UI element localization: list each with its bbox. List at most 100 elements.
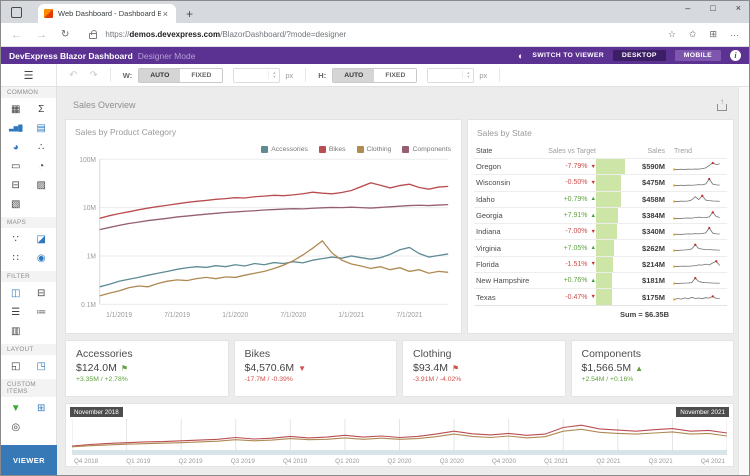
range-axis-tick: Q2 2020: [387, 458, 412, 465]
date-filter-icon[interactable]: ▥: [5, 322, 27, 341]
height-auto-button[interactable]: AUTO: [333, 68, 375, 82]
scatter-chart-item-icon[interactable]: ∴: [30, 138, 52, 157]
table-row[interactable]: Oregon -7.79% ▼ $590M: [473, 158, 727, 175]
legend-item-bikes[interactable]: Bikes: [318, 146, 346, 153]
state-cell: Wisconsin: [475, 178, 511, 188]
refresh-button-icon[interactable]: ↻: [61, 29, 69, 40]
table-row[interactable]: Indiana -7.00% ▼ $340M: [473, 223, 727, 240]
gauge-item-icon[interactable]: ◔: [30, 157, 52, 176]
range-start-label[interactable]: November 2018: [70, 407, 123, 417]
treemap-item-icon[interactable]: ▤: [30, 119, 52, 138]
switch-to-viewer-icon[interactable]: ◐: [518, 51, 523, 61]
window-close-button[interactable]: ×: [736, 3, 741, 13]
table-row[interactable]: New Hampshire +0.76% ▲ $181M: [473, 272, 727, 289]
window-minimize-button[interactable]: –: [685, 3, 690, 13]
column-header-trend[interactable]: Trend: [668, 148, 724, 155]
table-row[interactable]: Florida -1.51% ▼ $214M: [473, 255, 727, 273]
grid-item-icon[interactable]: ▦: [5, 100, 27, 119]
sales-by-state-panel[interactable]: Sales by State State Sales vs Target Sal…: [466, 119, 734, 334]
table-row[interactable]: Wisconsin -0.50% ▼ $475M: [473, 174, 727, 191]
text-box-item-icon[interactable]: ⊟: [5, 176, 27, 195]
kpi-card-clothing[interactable]: Clothing $93.4M ⚑ -3.91M / -4.02%: [402, 340, 566, 397]
range-end-label[interactable]: November 2021: [676, 407, 729, 417]
back-button-icon[interactable]: ←: [11, 29, 22, 41]
kpi-card-components[interactable]: Components $1,566.5M ▲ +2.54M / +0.16%: [570, 340, 734, 397]
webpage-item-icon[interactable]: ⊞: [30, 399, 52, 418]
width-spinner[interactable]: ▲ ▼: [268, 71, 279, 79]
column-header-sales[interactable]: Sales: [628, 148, 668, 155]
pie-chart-item-icon[interactable]: ◕: [5, 138, 27, 157]
tab-container-item-icon[interactable]: ◳: [30, 357, 52, 376]
sales-by-category-chart[interactable]: 100M 10M 1M 0.1M 1/1/2019 7/1/2019 1/1/2020 7/1…: [75, 153, 452, 323]
table-row[interactable]: Texas -0.47% ▼ $175M: [473, 288, 727, 305]
pie-map-icon[interactable]: ◉: [30, 249, 52, 268]
legend-item-components[interactable]: Components: [402, 146, 451, 153]
sales-vs-target-cell: +0.76% ▲: [540, 277, 596, 284]
table-row[interactable]: Georgia +7.91% ▲ $384M: [473, 206, 727, 224]
list-box-filter-icon[interactable]: ☰: [5, 303, 27, 322]
card-item-icon[interactable]: ▭: [5, 157, 27, 176]
sales-bar-cell: [595, 256, 628, 273]
mobile-toggle-button[interactable]: MOBILE: [674, 50, 721, 61]
sales-by-category-panel[interactable]: Sales by Product Category Accessories Bik…: [65, 119, 462, 334]
forward-button-icon[interactable]: →: [36, 29, 47, 41]
column-header-sales-vs-target[interactable]: Sales vs Target: [540, 148, 596, 155]
state-cell: Texas: [475, 292, 496, 302]
map-pin-item-icon[interactable]: ◎: [5, 418, 27, 437]
width-value-input[interactable]: [234, 68, 269, 82]
desktop-toggle-button[interactable]: DESKTOP: [612, 50, 666, 61]
column-header-state[interactable]: State: [476, 148, 540, 155]
add-favorite-icon[interactable]: ✩: [689, 29, 697, 40]
sales-data-bar: [595, 159, 625, 175]
favorites-icon[interactable]: ☆: [668, 29, 676, 40]
browser-tab[interactable]: Web Dashboard - Dashboard Bl ×: [38, 4, 176, 23]
group-item-icon[interactable]: ◱: [5, 357, 27, 376]
range-selector-panel[interactable]: November 2018 November 2021 Q4 2018 Q1 20…: [65, 403, 734, 467]
state-cell: Idaho: [475, 194, 495, 204]
redo-icon[interactable]: ↷: [89, 70, 97, 81]
bubble-map-icon[interactable]: ∷: [5, 249, 27, 268]
state-cell: Virginia: [475, 243, 501, 253]
tree-view-filter-icon[interactable]: ≔: [30, 303, 52, 322]
pivot-item-icon[interactable]: Σ: [30, 100, 52, 119]
trend-sparkline: [673, 243, 720, 252]
width-auto-button[interactable]: AUTO: [139, 68, 181, 82]
chart-item-icon[interactable]: ▃▆█: [5, 119, 27, 138]
viewer-button[interactable]: VIEWER: [1, 445, 57, 475]
kpi-card-accessories[interactable]: Accessories $124.0M ⚑ +3.35M / +2.78%: [65, 340, 229, 397]
table-row[interactable]: Virginia +7.05% ▲ $262M: [473, 239, 727, 256]
trend-sparkline-cell: [668, 241, 724, 255]
kpi-card-bikes[interactable]: Bikes $4,570.6M ▼ -17.7M / -0.39%: [233, 340, 397, 397]
funnel-item-icon[interactable]: ▼: [5, 399, 27, 418]
tab-close-icon[interactable]: ×: [161, 9, 170, 19]
browser-menu-icon[interactable]: ···: [730, 30, 739, 40]
geo-point-map-icon[interactable]: ∵: [5, 230, 27, 249]
legend-item-clothing[interactable]: Clothing: [356, 146, 391, 153]
collections-icon[interactable]: ⊞: [709, 29, 717, 40]
window-maximize-button[interactable]: □: [710, 3, 715, 13]
info-icon[interactable]: i: [730, 50, 741, 61]
height-value-input[interactable]: [428, 68, 463, 82]
new-tab-button[interactable]: +: [186, 8, 193, 20]
legend-swatch: [356, 146, 364, 153]
url-text[interactable]: https://demos.devexpress.com/BlazorDashb…: [105, 30, 346, 39]
range-filter-icon[interactable]: ◫: [5, 284, 27, 303]
main-menu-icon[interactable]: ☰: [1, 64, 57, 86]
legend-item-accessories[interactable]: Accessories: [261, 146, 308, 153]
export-icon[interactable]: ↑: [717, 97, 728, 111]
combobox-filter-icon[interactable]: ⊟: [30, 284, 52, 303]
bound-image-item-icon[interactable]: ▧: [5, 195, 27, 214]
switch-to-viewer-button[interactable]: SWITCH TO VIEWER: [532, 52, 604, 59]
width-fixed-button[interactable]: FIXED: [180, 68, 223, 82]
table-row[interactable]: Idaho +0.79% ▲ $458M: [473, 190, 727, 207]
scrollbar-track[interactable]: [738, 87, 749, 475]
choropleth-map-icon[interactable]: ◪: [30, 230, 52, 249]
range-selector-chart[interactable]: [72, 417, 727, 457]
height-spinner[interactable]: ▲ ▼: [462, 71, 473, 79]
image-item-icon[interactable]: ▨: [30, 176, 52, 195]
tab-actions-icon[interactable]: [11, 7, 22, 18]
kpi-value: $4,570.6M ▼: [245, 362, 387, 374]
width-px-label: px: [285, 70, 294, 80]
undo-icon[interactable]: ↶: [69, 70, 77, 81]
height-fixed-button[interactable]: FIXED: [374, 68, 417, 82]
